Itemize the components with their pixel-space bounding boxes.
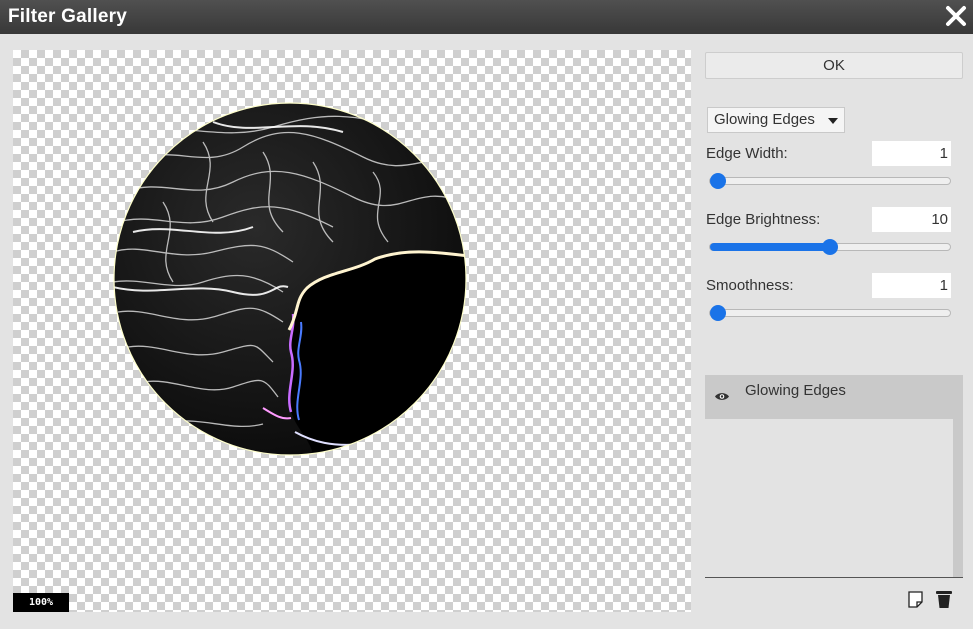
edge-brightness-slider-fill <box>710 243 830 251</box>
smoothness-slider[interactable] <box>709 305 951 321</box>
title-bar: Filter Gallery <box>0 0 973 34</box>
preview-image <box>113 102 467 456</box>
edge-brightness-slider[interactable] <box>709 239 951 255</box>
preview-canvas[interactable] <box>13 50 691 612</box>
filter-select[interactable]: Glowing Edges <box>707 107 845 133</box>
filter-select-value: Glowing Edges <box>714 111 815 128</box>
ok-button[interactable]: OK <box>705 52 963 79</box>
layer-list-empty <box>705 419 953 577</box>
layers-divider <box>705 577 963 578</box>
edge-width-label: Edge Width: <box>706 145 788 162</box>
close-icon[interactable] <box>943 3 969 29</box>
smoothness-input[interactable] <box>872 273 951 298</box>
edge-width-slider[interactable] <box>709 173 951 189</box>
chevron-down-icon <box>828 118 838 124</box>
edge-width-slider-thumb[interactable] <box>710 173 726 189</box>
zoom-indicator: 100% <box>13 593 69 612</box>
layer-name: Glowing Edges <box>745 382 846 399</box>
layers-panel: Glowing Edges <box>705 375 963 577</box>
layers-scrollbar[interactable] <box>953 419 963 577</box>
smoothness-slider-thumb[interactable] <box>710 305 726 321</box>
edge-brightness-input[interactable] <box>872 207 951 232</box>
layer-item[interactable]: Glowing Edges <box>705 375 963 419</box>
dialog-title: Filter Gallery <box>8 6 127 27</box>
trash-icon[interactable] <box>935 589 953 609</box>
edge-brightness-label: Edge Brightness: <box>706 211 821 228</box>
smoothness-label: Smoothness: <box>706 277 794 294</box>
edge-width-input[interactable] <box>872 141 951 166</box>
edge-brightness-slider-thumb[interactable] <box>822 239 838 255</box>
new-layer-icon[interactable] <box>907 589 925 609</box>
eye-icon[interactable] <box>714 391 730 402</box>
